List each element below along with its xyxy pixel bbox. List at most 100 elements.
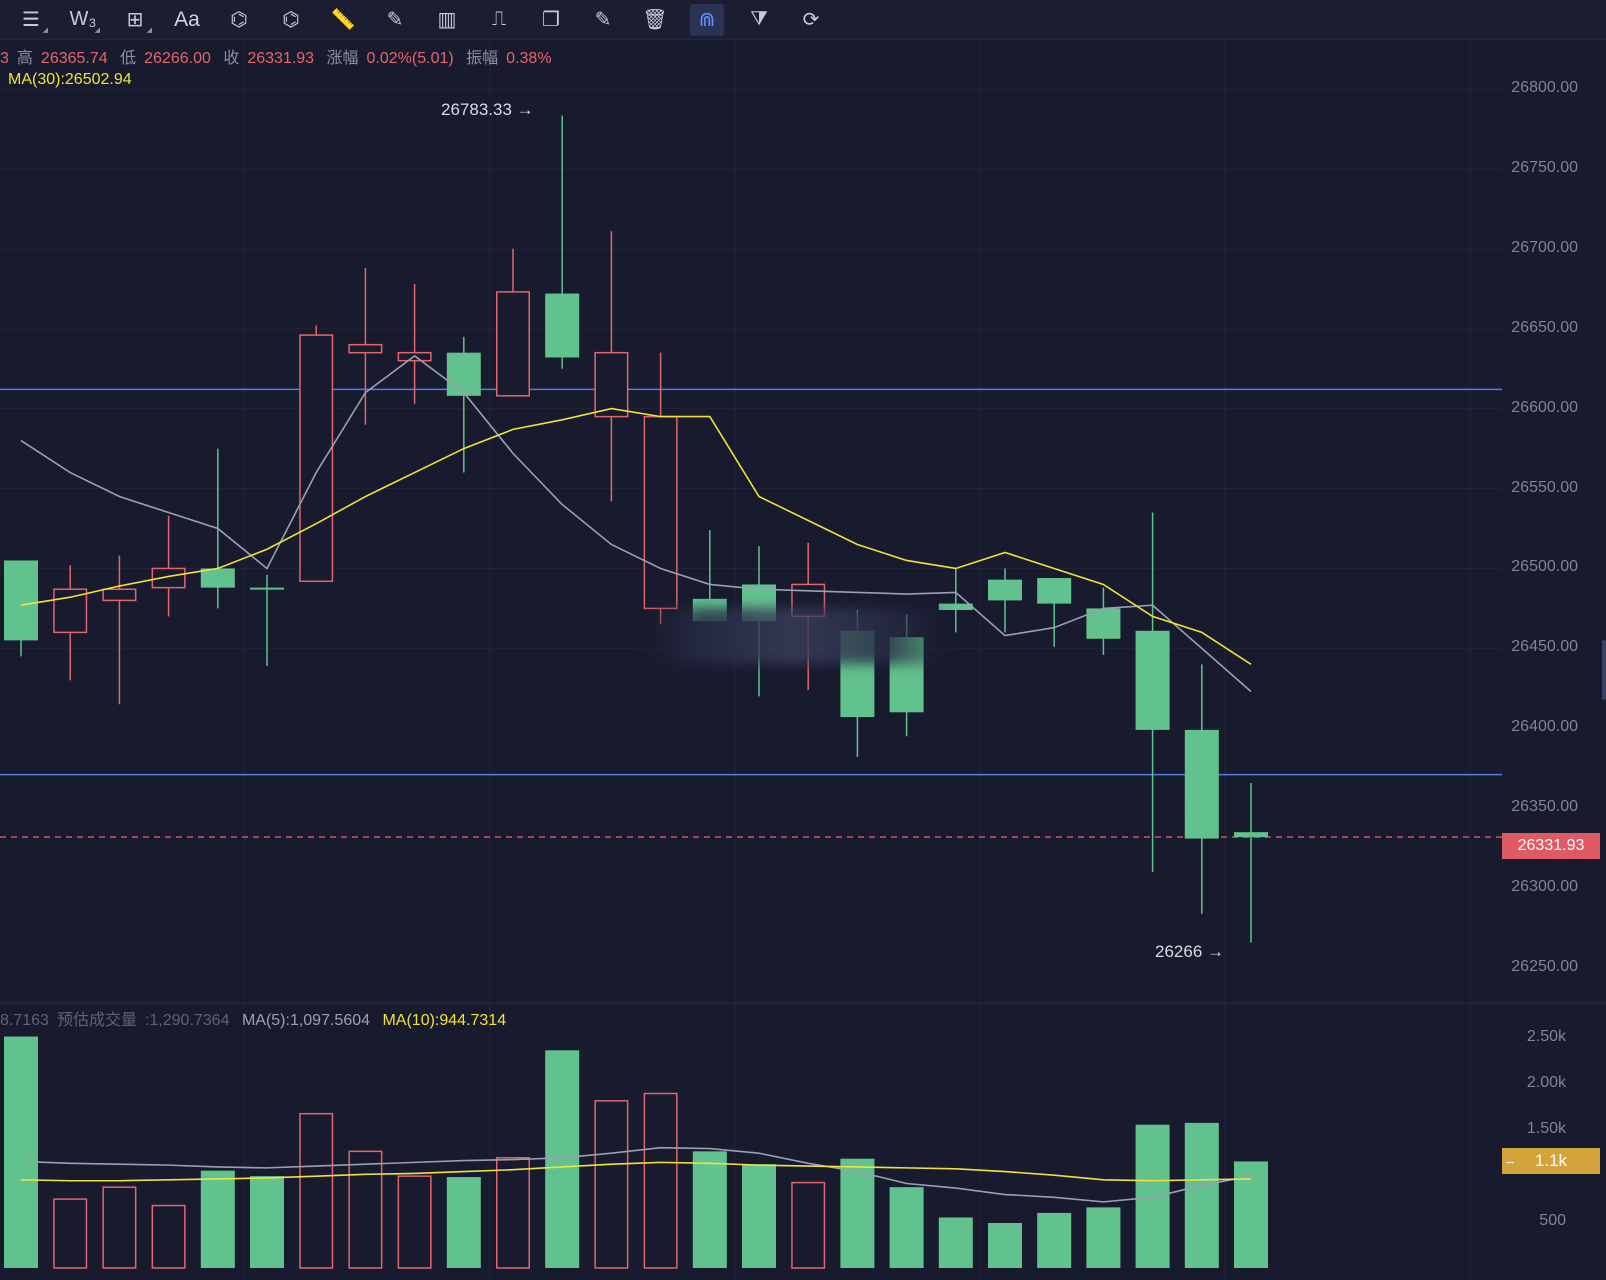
volume-axis-label: 2.00k — [1526, 1074, 1566, 1092]
volume-bar — [1086, 1207, 1121, 1268]
copy-icon[interactable]: ❐ — [534, 4, 568, 36]
current-price-tag: 26331.93 — [1502, 833, 1600, 859]
lock-icon[interactable]: ⎍ — [482, 4, 516, 36]
ruler-icon-glyph: 📏 — [330, 9, 356, 31]
open-value-tail: 3 — [0, 50, 9, 67]
volume-bar — [1234, 1161, 1268, 1268]
volume-bar — [200, 1170, 235, 1268]
volume-bar — [496, 1157, 530, 1269]
magnet-icon[interactable]: ⋒ — [690, 3, 724, 36]
candle-settings-icon[interactable]: ▥ — [430, 4, 464, 36]
delete-icon-glyph: 🗑 — [642, 9, 668, 31]
ma30-value: MA(30):26502.94 — [8, 71, 132, 88]
change-value: 0.02%(5.01) — [366, 50, 454, 67]
amplitude-label: 振幅 — [466, 50, 499, 67]
close-value: 26331.93 — [247, 50, 315, 67]
candle-body — [102, 588, 137, 602]
change-label: 涨幅 — [326, 50, 359, 67]
volume-bar — [446, 1177, 481, 1268]
delete-icon[interactable]: 🗑 — [638, 4, 672, 36]
filter-icon[interactable]: ⧩ — [742, 4, 776, 36]
wave-tool-icon-glyph: W₃ — [69, 8, 97, 30]
dropdown-corner-icon: ◢ — [42, 26, 48, 34]
high-value: 26365.74 — [40, 50, 108, 67]
volume-bar — [397, 1175, 432, 1269]
candle-body — [988, 579, 1022, 601]
low-value: 26266.00 — [144, 50, 211, 67]
menu-icon-glyph: ☰ — [22, 9, 40, 31]
candle-body — [348, 343, 383, 354]
volume-info: 8.7163 预估成交量:1,290.7364 MA(5):1,097.5604 … — [0, 1006, 514, 1030]
volume-bar — [889, 1187, 924, 1268]
candle-body — [446, 352, 481, 396]
candle-body — [4, 560, 38, 641]
volume-axis-label: 500 — [1539, 1212, 1566, 1230]
notes-icon[interactable]: ✎ — [586, 4, 620, 36]
crosshair-tool-icon-glyph: ⌬ — [282, 9, 300, 31]
text-tool-icon[interactable]: Aa — [170, 4, 204, 36]
price-axis-label: 26650.00 — [1511, 318, 1578, 336]
price-axis-label: 26350.00 — [1511, 798, 1578, 816]
panel-resize-handle[interactable] — [1602, 640, 1606, 700]
candle-body — [1234, 832, 1268, 838]
candle-body — [250, 587, 284, 590]
price-axis-label: 26600.00 — [1511, 398, 1578, 416]
volume-bar — [791, 1181, 826, 1269]
amplitude-value: 0.38% — [506, 50, 552, 67]
sync-icon[interactable]: ⟳ — [794, 4, 828, 36]
volume-value-tail: 8.7163 — [0, 1012, 49, 1029]
volume-bar — [299, 1112, 334, 1269]
candle-body — [496, 291, 530, 397]
candle-body — [594, 351, 629, 418]
sync-icon-glyph: ⟳ — [802, 9, 820, 31]
ruler-icon[interactable]: 📏 — [326, 4, 360, 36]
text-tool-icon-glyph: Aa — [174, 7, 200, 31]
pattern-tool-icon-glyph: ⌬ — [230, 9, 248, 31]
drawing-toolbar: ☰ ◢ W₃ ◢ ⊞ ◢ Aa ⌬ ⌬ 📏 ✎ ▥ ⎍ ❐ ✎ 🗑 ⋒ ⧩ ⟳ — [0, 0, 1606, 40]
price-axis-label: 26400.00 — [1511, 718, 1578, 736]
volume-bar — [1184, 1122, 1219, 1268]
candle-body — [1037, 578, 1072, 604]
wave-tool-icon[interactable]: W₃ ◢ — [66, 4, 100, 36]
ma30-info: MA(30):26502.94 — [8, 71, 140, 89]
estimated-volume-label: 预估成交量 — [56, 1012, 137, 1029]
candle-body — [299, 334, 334, 582]
volume-bar — [692, 1151, 727, 1268]
menu-icon[interactable]: ☰ ◢ — [14, 4, 48, 36]
price-axis-label: 26250.00 — [1511, 958, 1578, 976]
volume-ma10: MA(10):944.7314 — [382, 1012, 507, 1029]
volume-bar — [53, 1198, 88, 1269]
pattern-tool-icon[interactable]: ⌬ — [222, 4, 256, 36]
price-ma-short-line — [20, 354, 1252, 693]
crosshair-tool-icon[interactable]: ⌬ — [274, 4, 308, 36]
volume-bar — [643, 1092, 678, 1269]
estimated-volume-value: :1,290.7364 — [144, 1012, 230, 1029]
candle-body — [53, 588, 88, 634]
notes-icon-glyph: ✎ — [594, 9, 612, 31]
candle-body — [545, 293, 580, 358]
volume-bar — [151, 1204, 186, 1269]
dropdown-corner-icon: ◢ — [146, 26, 152, 34]
volume-bar — [1037, 1212, 1072, 1268]
candle-body — [200, 568, 235, 588]
candle-body — [1184, 729, 1219, 839]
filter-icon-glyph: ⧩ — [750, 8, 768, 30]
ohlc-info: 3 高 26365.74 低 26266.00 收 26331.93 涨幅 0.02%(5… — [0, 44, 560, 68]
volume-bar — [545, 1050, 580, 1268]
brush-icon[interactable]: ✎ — [378, 4, 412, 36]
brush-icon-glyph: ✎ — [386, 9, 404, 31]
add-indicator-icon-glyph: ⊞ — [126, 9, 144, 31]
volume-bar — [250, 1176, 284, 1268]
copy-icon-glyph: ❐ — [542, 9, 560, 31]
magnet-icon-glyph: ⋒ — [698, 9, 716, 31]
price-ma30-line — [20, 407, 1252, 666]
add-indicator-icon[interactable]: ⊞ ◢ — [118, 4, 152, 36]
volume-tag-value: 1.1k — [1534, 1151, 1568, 1170]
lock-icon-glyph: ⎍ — [492, 8, 506, 30]
price-axis-label: 26550.00 — [1511, 478, 1578, 496]
price-axis-label: 26700.00 — [1511, 238, 1578, 256]
low-label: 低 — [120, 50, 137, 67]
candle-settings-icon-glyph: ▥ — [437, 9, 457, 31]
price-axis-label: 26800.00 — [1511, 78, 1578, 96]
low-price-marker: 26266 → — [1155, 942, 1224, 961]
